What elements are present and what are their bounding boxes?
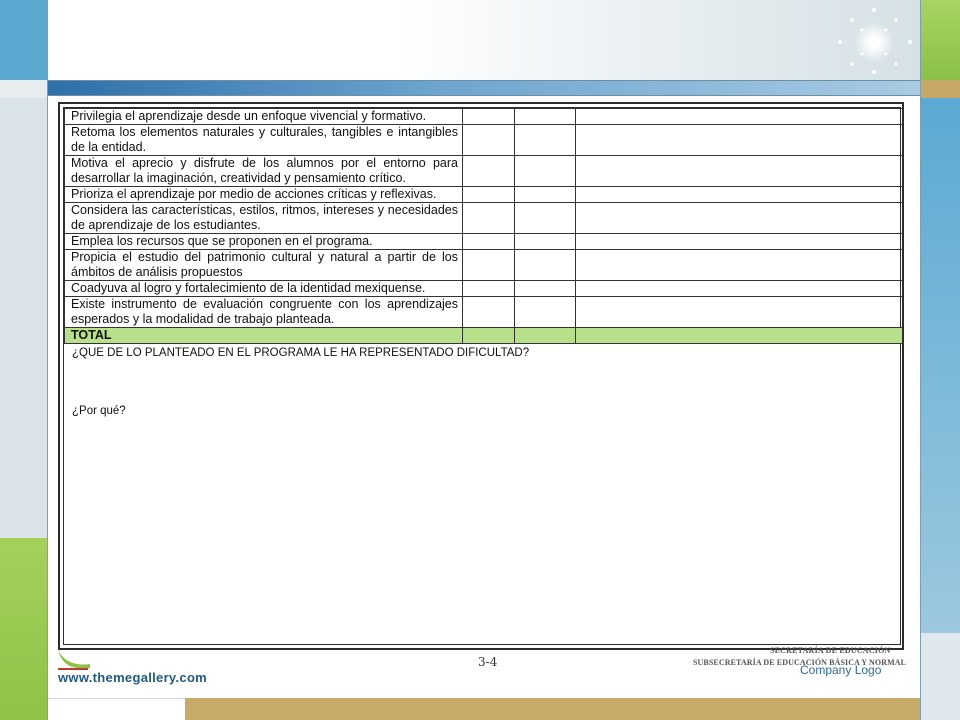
rating-cell — [514, 202, 576, 234]
criterion-text: Emplea los recursos que se proponen en e… — [64, 233, 463, 250]
why-question: ¿Por qué? — [72, 405, 126, 417]
rating-cell — [462, 233, 515, 250]
total-row: TOTAL — [64, 327, 903, 344]
right-decor-block-green — [920, 0, 960, 80]
criterion-text: Retoma los elementos naturales y cultura… — [64, 124, 463, 156]
observation-cell — [575, 186, 903, 203]
observation-cell — [575, 233, 903, 250]
right-decor-block-gold — [920, 80, 960, 98]
total-cell — [575, 327, 903, 344]
left-decor-block-green — [0, 538, 48, 720]
total-label: TOTAL — [64, 327, 463, 344]
criterion-text: Motiva el aprecio y disfrute de los alum… — [64, 155, 463, 187]
secretaria-line-2: SUBSECRETARÍA DE EDUCACIÓN BÁSICA Y NORM… — [693, 658, 907, 667]
footer-band-left — [48, 698, 185, 720]
table-row: Propicia el estudio del patrimonio cultu… — [64, 249, 903, 281]
criterion-text: Considera las características, estilos, … — [64, 202, 463, 234]
observation-cell — [575, 124, 903, 156]
rating-cell — [514, 124, 576, 156]
table-row: Privilegia el aprendizaje desde un enfoq… — [64, 108, 903, 125]
document-frame: Privilegia el aprendizaje desde un enfoq… — [63, 107, 903, 645]
header-band — [48, 0, 920, 80]
table-row: Prioriza el aprendizaje por medio de acc… — [64, 186, 903, 203]
rating-cell — [462, 202, 515, 234]
rating-cell — [462, 186, 515, 203]
left-divider-line — [47, 0, 48, 720]
rating-cell — [514, 296, 576, 328]
observation-cell — [575, 249, 903, 281]
secretaria-line-1: SECRETARÍA DE EDUCACIÓN — [770, 646, 891, 655]
right-divider-line — [920, 0, 921, 720]
observation-cell — [575, 155, 903, 187]
table-row: Emplea los recursos que se proponen en e… — [64, 233, 903, 250]
swoosh-logo-icon — [58, 650, 90, 670]
right-decor-block-gray — [920, 633, 960, 720]
difficulty-question: ¿QUE DE LO PLANTEADO EN EL PROGRAMA LE H… — [72, 347, 530, 359]
table-row: Motiva el aprecio y disfrute de los alum… — [64, 155, 903, 187]
total-cell — [462, 327, 515, 344]
table-row: Considera las características, estilos, … — [64, 202, 903, 234]
rating-cell — [514, 155, 576, 187]
rating-cell — [462, 296, 515, 328]
rating-cell — [514, 108, 576, 125]
criteria-table: Privilegia el aprendizaje desde un enfoq… — [64, 108, 903, 344]
left-decor-block-blue — [0, 0, 48, 80]
table-row: Retoma los elementos naturales y cultura… — [64, 124, 903, 156]
table-row: Coadyuva al logro y fortalecimiento de l… — [64, 280, 903, 297]
rating-cell — [514, 233, 576, 250]
criterion-text: Privilegia el aprendizaje desde un enfoq… — [64, 108, 463, 125]
observation-cell — [575, 202, 903, 234]
total-cell — [514, 327, 576, 344]
page-number: 3-4 — [478, 655, 498, 669]
criterion-text: Prioriza el aprendizaje por medio de acc… — [64, 186, 463, 203]
rating-cell — [462, 108, 515, 125]
observation-cell — [575, 280, 903, 297]
footer-url[interactable]: www.themegallery.com — [58, 670, 207, 685]
criterion-text: Propicia el estudio del patrimonio cultu… — [64, 249, 463, 281]
right-decor-block-blue — [920, 98, 960, 633]
left-decor-block-gray — [0, 80, 48, 98]
sparkle-icon — [838, 8, 912, 74]
rating-cell — [514, 280, 576, 297]
header-blue-bar — [48, 80, 920, 96]
observation-cell — [575, 108, 903, 125]
criterion-text: Existe instrumento de evaluación congrue… — [64, 296, 463, 328]
evaluation-document: Privilegia el aprendizaje desde un enfoq… — [58, 102, 904, 650]
criterion-text: Coadyuva al logro y fortalecimiento de l… — [64, 280, 463, 297]
footer-gold-band — [185, 698, 920, 720]
rating-cell — [514, 249, 576, 281]
table-row: Existe instrumento de evaluación congrue… — [64, 296, 903, 328]
rating-cell — [462, 155, 515, 187]
rating-cell — [514, 186, 576, 203]
rating-cell — [462, 124, 515, 156]
rating-cell — [462, 249, 515, 281]
rating-cell — [462, 280, 515, 297]
left-decor-strip — [0, 0, 48, 720]
right-decor-strip — [920, 0, 960, 720]
left-decor-block-light — [0, 98, 48, 538]
observation-cell — [575, 296, 903, 328]
